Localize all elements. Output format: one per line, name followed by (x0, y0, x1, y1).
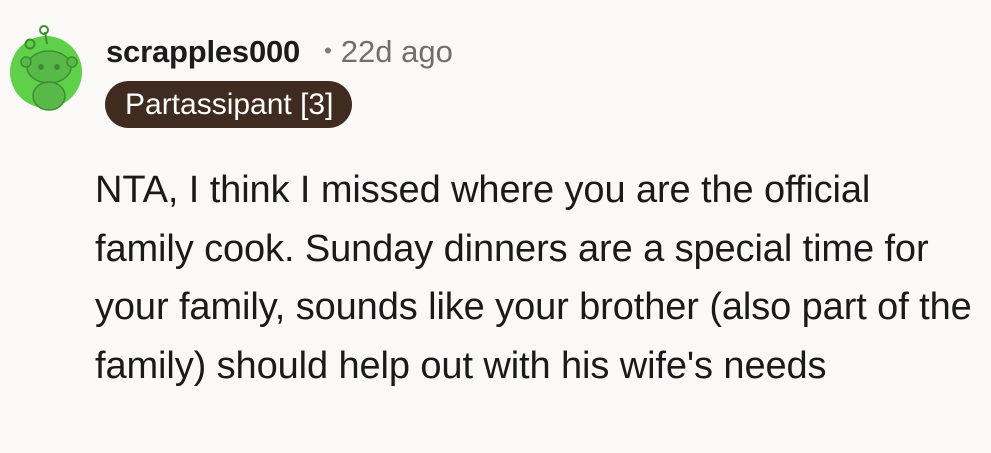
username-link[interactable]: scrapples000 (106, 34, 300, 70)
snoo-avatar-icon (10, 25, 82, 111)
comment-header: scrapples000 • 22d ago (106, 30, 453, 74)
comment-body: NTA, I think I missed where you are the … (95, 169, 972, 387)
meta-separator: • (324, 38, 332, 63)
comment-card: scrapples000 • 22d ago Partassipant [3] … (0, 0, 991, 453)
comment-timestamp[interactable]: 22d ago (341, 34, 453, 70)
user-avatar[interactable] (10, 22, 82, 116)
user-flair-badge: Partassipant [3] (105, 81, 353, 128)
